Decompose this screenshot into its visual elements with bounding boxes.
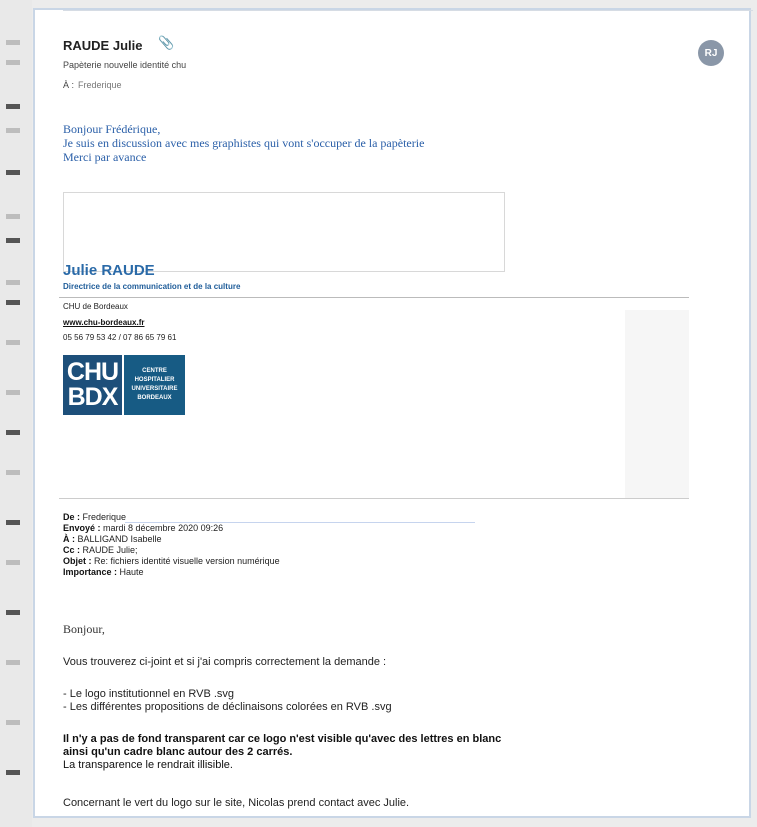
pane-top-border bbox=[63, 10, 753, 19]
warning-bold-line: ainsi qu'un cadre blanc autour des 2 car… bbox=[63, 746, 293, 758]
warning-plain-line: La transparence le rendrait illisible. bbox=[63, 759, 233, 771]
chu-bdx-logo: CHU BDX CENTRE HOSPITALIER UNIVERSITAIRE… bbox=[63, 355, 185, 415]
signature-image-placeholder bbox=[63, 192, 505, 272]
signature-phone: 05 56 79 53 42 / 07 86 65 79 61 bbox=[63, 333, 177, 342]
signature-divider bbox=[59, 297, 689, 298]
bullet-item: - Le logo institutionnel en RVB .svg bbox=[63, 688, 235, 700]
message-closing: Concernant le vert du logo sur le site, … bbox=[63, 797, 410, 809]
forwarded-importance: Importance : Haute bbox=[63, 567, 144, 577]
greeting-line: Je suis en discussion avec mes graphiste… bbox=[63, 136, 425, 150]
left-sidebar-strip bbox=[0, 0, 32, 827]
logo-text: UNIVERSITAIRE bbox=[131, 386, 178, 392]
signature-role: Directrice de la communication et de la … bbox=[63, 282, 241, 291]
message-hello: Bonjour, bbox=[63, 622, 105, 636]
to-label: À : bbox=[63, 80, 75, 90]
bullet-item: - Les différentes propositions de déclin… bbox=[63, 701, 392, 713]
logo-text: BDX bbox=[67, 383, 119, 411]
logo-text: CHU bbox=[66, 358, 119, 386]
signature-name: Julie RAUDE bbox=[63, 262, 155, 279]
message-separator bbox=[59, 498, 689, 499]
message-warning: Il n'y a pas de fond transparent car ce … bbox=[63, 733, 501, 772]
logo-text: CENTRE bbox=[142, 368, 167, 374]
sender-name[interactable]: RAUDE Julie bbox=[63, 38, 142, 53]
email-greeting: Bonjour Frédérique, Je suis en discussio… bbox=[63, 122, 424, 164]
greeting-line: Bonjour Frédérique, bbox=[63, 122, 161, 136]
warning-bold-line: Il n'y a pas de fond transparent car ce … bbox=[63, 733, 502, 745]
forwarded-underline bbox=[125, 522, 475, 523]
forwarded-to: À : BALLIGAND Isabelle bbox=[63, 534, 162, 544]
signature-side-block bbox=[625, 310, 689, 498]
paperclip-icon[interactable]: 📎 bbox=[158, 35, 174, 51]
email-reading-pane: RAUDE Julie 📎 Papèterie nouvelle identit… bbox=[33, 8, 753, 818]
logo-wordmark: CHU BDX bbox=[63, 355, 122, 415]
signature-organization: CHU de Bordeaux bbox=[63, 302, 128, 311]
forwarded-sent: Envoyé : mardi 8 décembre 2020 09:26 bbox=[63, 523, 224, 533]
forwarded-subject: Objet : Re: fichiers identité visuelle v… bbox=[63, 556, 280, 566]
recipient-name[interactable]: Frederique bbox=[78, 80, 122, 90]
forwarded-cc: Cc : RAUDE Julie; bbox=[63, 545, 138, 555]
logo-tagline: CENTRE HOSPITALIER UNIVERSITAIRE BORDEAU… bbox=[122, 355, 185, 415]
greeting-line: Merci par avance bbox=[63, 150, 147, 164]
message-bullets: - Le logo institutionnel en RVB .svg - L… bbox=[63, 688, 392, 714]
recipient-line: À : Frederique bbox=[63, 80, 122, 90]
message-intro: Vous trouverez ci-joint et si j'ai compr… bbox=[63, 656, 387, 668]
email-subject: Papèterie nouvelle identité chu bbox=[63, 60, 187, 70]
logo-text: HOSPITALIER bbox=[134, 377, 175, 383]
sender-avatar[interactable]: RJ bbox=[698, 40, 724, 66]
signature-website-link[interactable]: www.chu-bordeaux.fr bbox=[63, 318, 145, 327]
logo-text: BORDEAUX bbox=[137, 395, 172, 401]
